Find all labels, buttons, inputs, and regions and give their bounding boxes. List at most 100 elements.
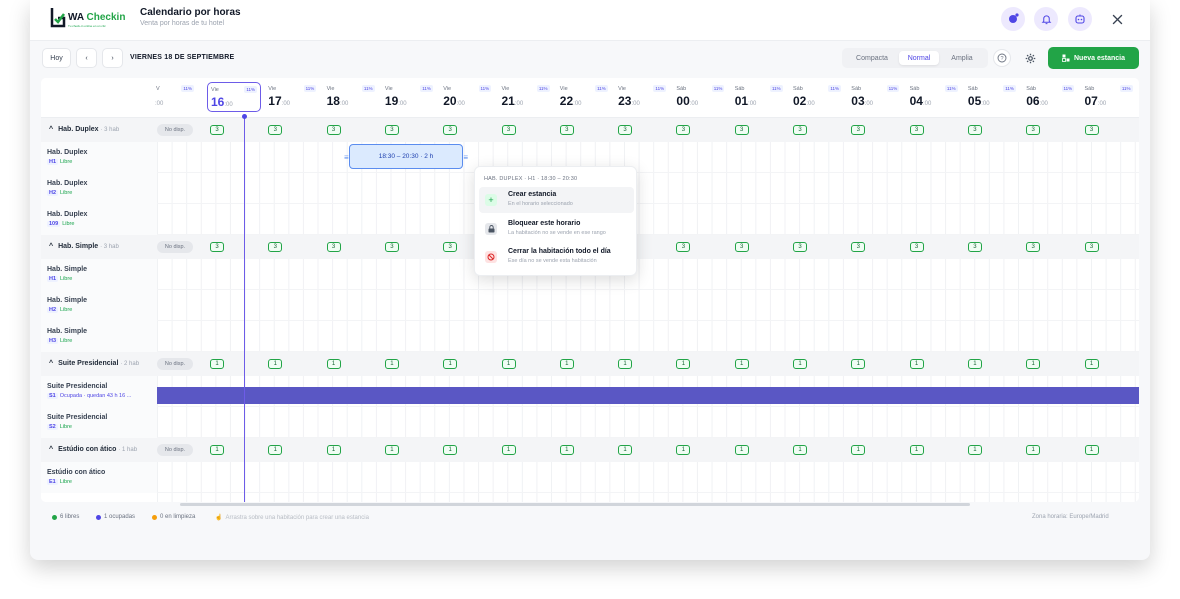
- hour-minutes: :00: [155, 101, 164, 107]
- hour-header-02: Sáb 11% 02:00: [790, 82, 844, 112]
- hour-occupancy-pct: 11%: [361, 85, 375, 92]
- availability-badge: 1: [676, 359, 691, 369]
- hour-header-05: Sáb 11% 05:00: [965, 82, 1019, 112]
- hour-label: 18:00: [326, 94, 349, 108]
- room-row[interactable]: Suite Presidencial S2 Libre: [41, 407, 1139, 438]
- hour-day: Vie: [268, 86, 277, 92]
- selection-context-menu: HAB. DUPLEX · H1 · 18:30 – 20:30 + Crear…: [474, 166, 637, 276]
- settings-button[interactable]: [1021, 49, 1039, 67]
- legend-free: 6 libres: [52, 514, 79, 520]
- room-code: H3: [47, 338, 59, 344]
- availability-badge: 1: [734, 445, 749, 455]
- availability-badge: 3: [676, 125, 691, 135]
- availability-badge: 1: [384, 359, 399, 369]
- hour-label: 02:00: [793, 94, 815, 108]
- menu-item-close-room-day[interactable]: Cerrar la habitación todo el día Ese día…: [479, 244, 634, 270]
- availability-badge: 1: [1084, 359, 1099, 369]
- room-row[interactable]: Estúdio con ático E1 Libre: [41, 462, 1139, 493]
- ban-icon: [485, 251, 497, 263]
- not-available-badge: No disp.: [157, 358, 193, 370]
- hourly-calendar-grid: V 11% :00 Vie 11% 16:00 Vie 11% 17:00 Vie 11% 18…: [41, 78, 1139, 502]
- hour-day: Sáb: [734, 86, 745, 92]
- close-button[interactable]: [1107, 9, 1127, 29]
- notifications-button[interactable]: [1034, 7, 1058, 31]
- room-code: H2: [47, 190, 59, 196]
- hour-header-07: Sáb 11% 07:00: [1082, 82, 1136, 112]
- hour-header-19: Vie 11% 19:00: [382, 82, 436, 112]
- hour-day: Sáb: [851, 86, 862, 92]
- group-toggle[interactable]: ^ Hab. Duplex · 3 hab: [49, 126, 119, 133]
- next-day-button[interactable]: ›: [102, 48, 123, 68]
- hour-occupancy-pct: 11%: [1119, 85, 1133, 92]
- availability-badge: 3: [793, 242, 807, 252]
- hour-label: 19:00: [384, 94, 407, 108]
- help-button[interactable]: ?: [993, 49, 1011, 67]
- hour-header-18: Vie 11% 18:00: [324, 82, 378, 112]
- logo[interactable]: WA Checkin Tu check-in online en un clic: [50, 6, 125, 30]
- logo-subtitle: Tu check-in online en un clic: [68, 24, 106, 28]
- bell-icon: [1041, 14, 1051, 24]
- group-toggle[interactable]: ^ Estúdio con ático · 1 hab: [49, 446, 137, 453]
- page-title: Calendario por horas: [140, 7, 241, 18]
- group-toggle[interactable]: ^ Suite Presidencial · 2 hab: [49, 360, 139, 367]
- not-available-badge: No disp.: [157, 241, 193, 253]
- status-footer: 6 libres 1 ocupadas 0 en limpieza ☝ Arras…: [30, 508, 1150, 528]
- bot-button[interactable]: [1068, 7, 1092, 31]
- time-selection-block[interactable]: ≡ 18:30 – 20:30 · 2 h ≡: [344, 144, 468, 169]
- availability-badge: 3: [618, 125, 633, 135]
- chevron-up-icon: ^: [49, 243, 54, 250]
- hour-header-04: Sáb 11% 04:00: [907, 82, 961, 112]
- group-toggle[interactable]: ^ Hab. Simple · 3 hab: [49, 243, 119, 250]
- view-density-switch: Compacta Normal Amplia: [842, 48, 988, 68]
- hour-header-21: Vie 11% 21:00: [499, 82, 553, 112]
- hour-label: 03:00: [851, 94, 873, 108]
- availability-badge: 1: [1026, 445, 1041, 455]
- room-row[interactable]: Hab. Simple H3 Libre: [41, 321, 1139, 352]
- today-button[interactable]: Hoy: [42, 48, 71, 68]
- room-status: H2 Libre: [47, 190, 73, 196]
- availability-badge: 3: [326, 125, 341, 135]
- hour-occupancy-pct: 11%: [886, 85, 900, 92]
- availability-badge: 1: [326, 445, 341, 455]
- room-status: H2 Libre: [47, 307, 73, 313]
- room-name: Hab. Simple: [47, 328, 88, 335]
- logo-mark-icon: [50, 8, 66, 28]
- room-name: Suite Presidencial: [47, 383, 108, 390]
- hour-label: 05:00: [967, 94, 990, 108]
- record-icon-button[interactable]: [1001, 7, 1025, 31]
- availability-badge: 3: [384, 125, 399, 135]
- view-compact-option[interactable]: Compacta: [846, 51, 898, 65]
- room-row[interactable]: Hab. Simple H2 Libre: [41, 290, 1139, 321]
- hour-label: 04:00: [909, 94, 932, 108]
- availability-badge: 1: [618, 359, 633, 369]
- room-status: 109 Libre: [47, 221, 75, 227]
- current-time-dot: [242, 114, 247, 119]
- drag-handle-left-icon[interactable]: ≡: [344, 153, 349, 162]
- availability-badge: 1: [268, 359, 283, 369]
- chevron-up-icon: ^: [49, 126, 54, 133]
- hour-occupancy-pct: 11%: [1003, 85, 1016, 92]
- hour-label: 16:00: [211, 95, 233, 109]
- availability-badge: 3: [268, 242, 283, 252]
- view-normal-option[interactable]: Normal: [899, 51, 939, 65]
- prev-day-button[interactable]: ‹: [76, 48, 97, 68]
- horizontal-scrollbar[interactable]: [180, 503, 970, 506]
- bot-icon: [1075, 14, 1085, 24]
- room-code: S2: [47, 424, 58, 430]
- hour-day: Vie: [618, 86, 626, 92]
- availability-badge: 3: [909, 125, 924, 135]
- new-stay-icon: [1062, 54, 1070, 62]
- new-stay-button[interactable]: Nueva estancia: [1048, 47, 1139, 69]
- drag-handle-right-icon[interactable]: ≡: [463, 153, 468, 162]
- menu-item-block-slot[interactable]: Bloquear este horario La habitación no s…: [479, 216, 634, 242]
- availability-badge: 3: [967, 242, 982, 252]
- occupied-stay-bar[interactable]: [157, 387, 1139, 404]
- availability-badge: 3: [676, 242, 691, 252]
- view-wide-option[interactable]: Amplia: [940, 51, 984, 65]
- drag-hint: ☝ Arrastra sobre una habitación para crea…: [215, 514, 369, 522]
- hour-occupancy-pct: 11%: [244, 86, 257, 93]
- svg-text:?: ?: [1000, 56, 1003, 62]
- hour-header-03: Sáb 11% 03:00: [848, 82, 902, 112]
- menu-item-create-stay[interactable]: + Crear estancia En el horario seleccion…: [479, 187, 634, 213]
- not-available-badge: No disp.: [157, 444, 193, 456]
